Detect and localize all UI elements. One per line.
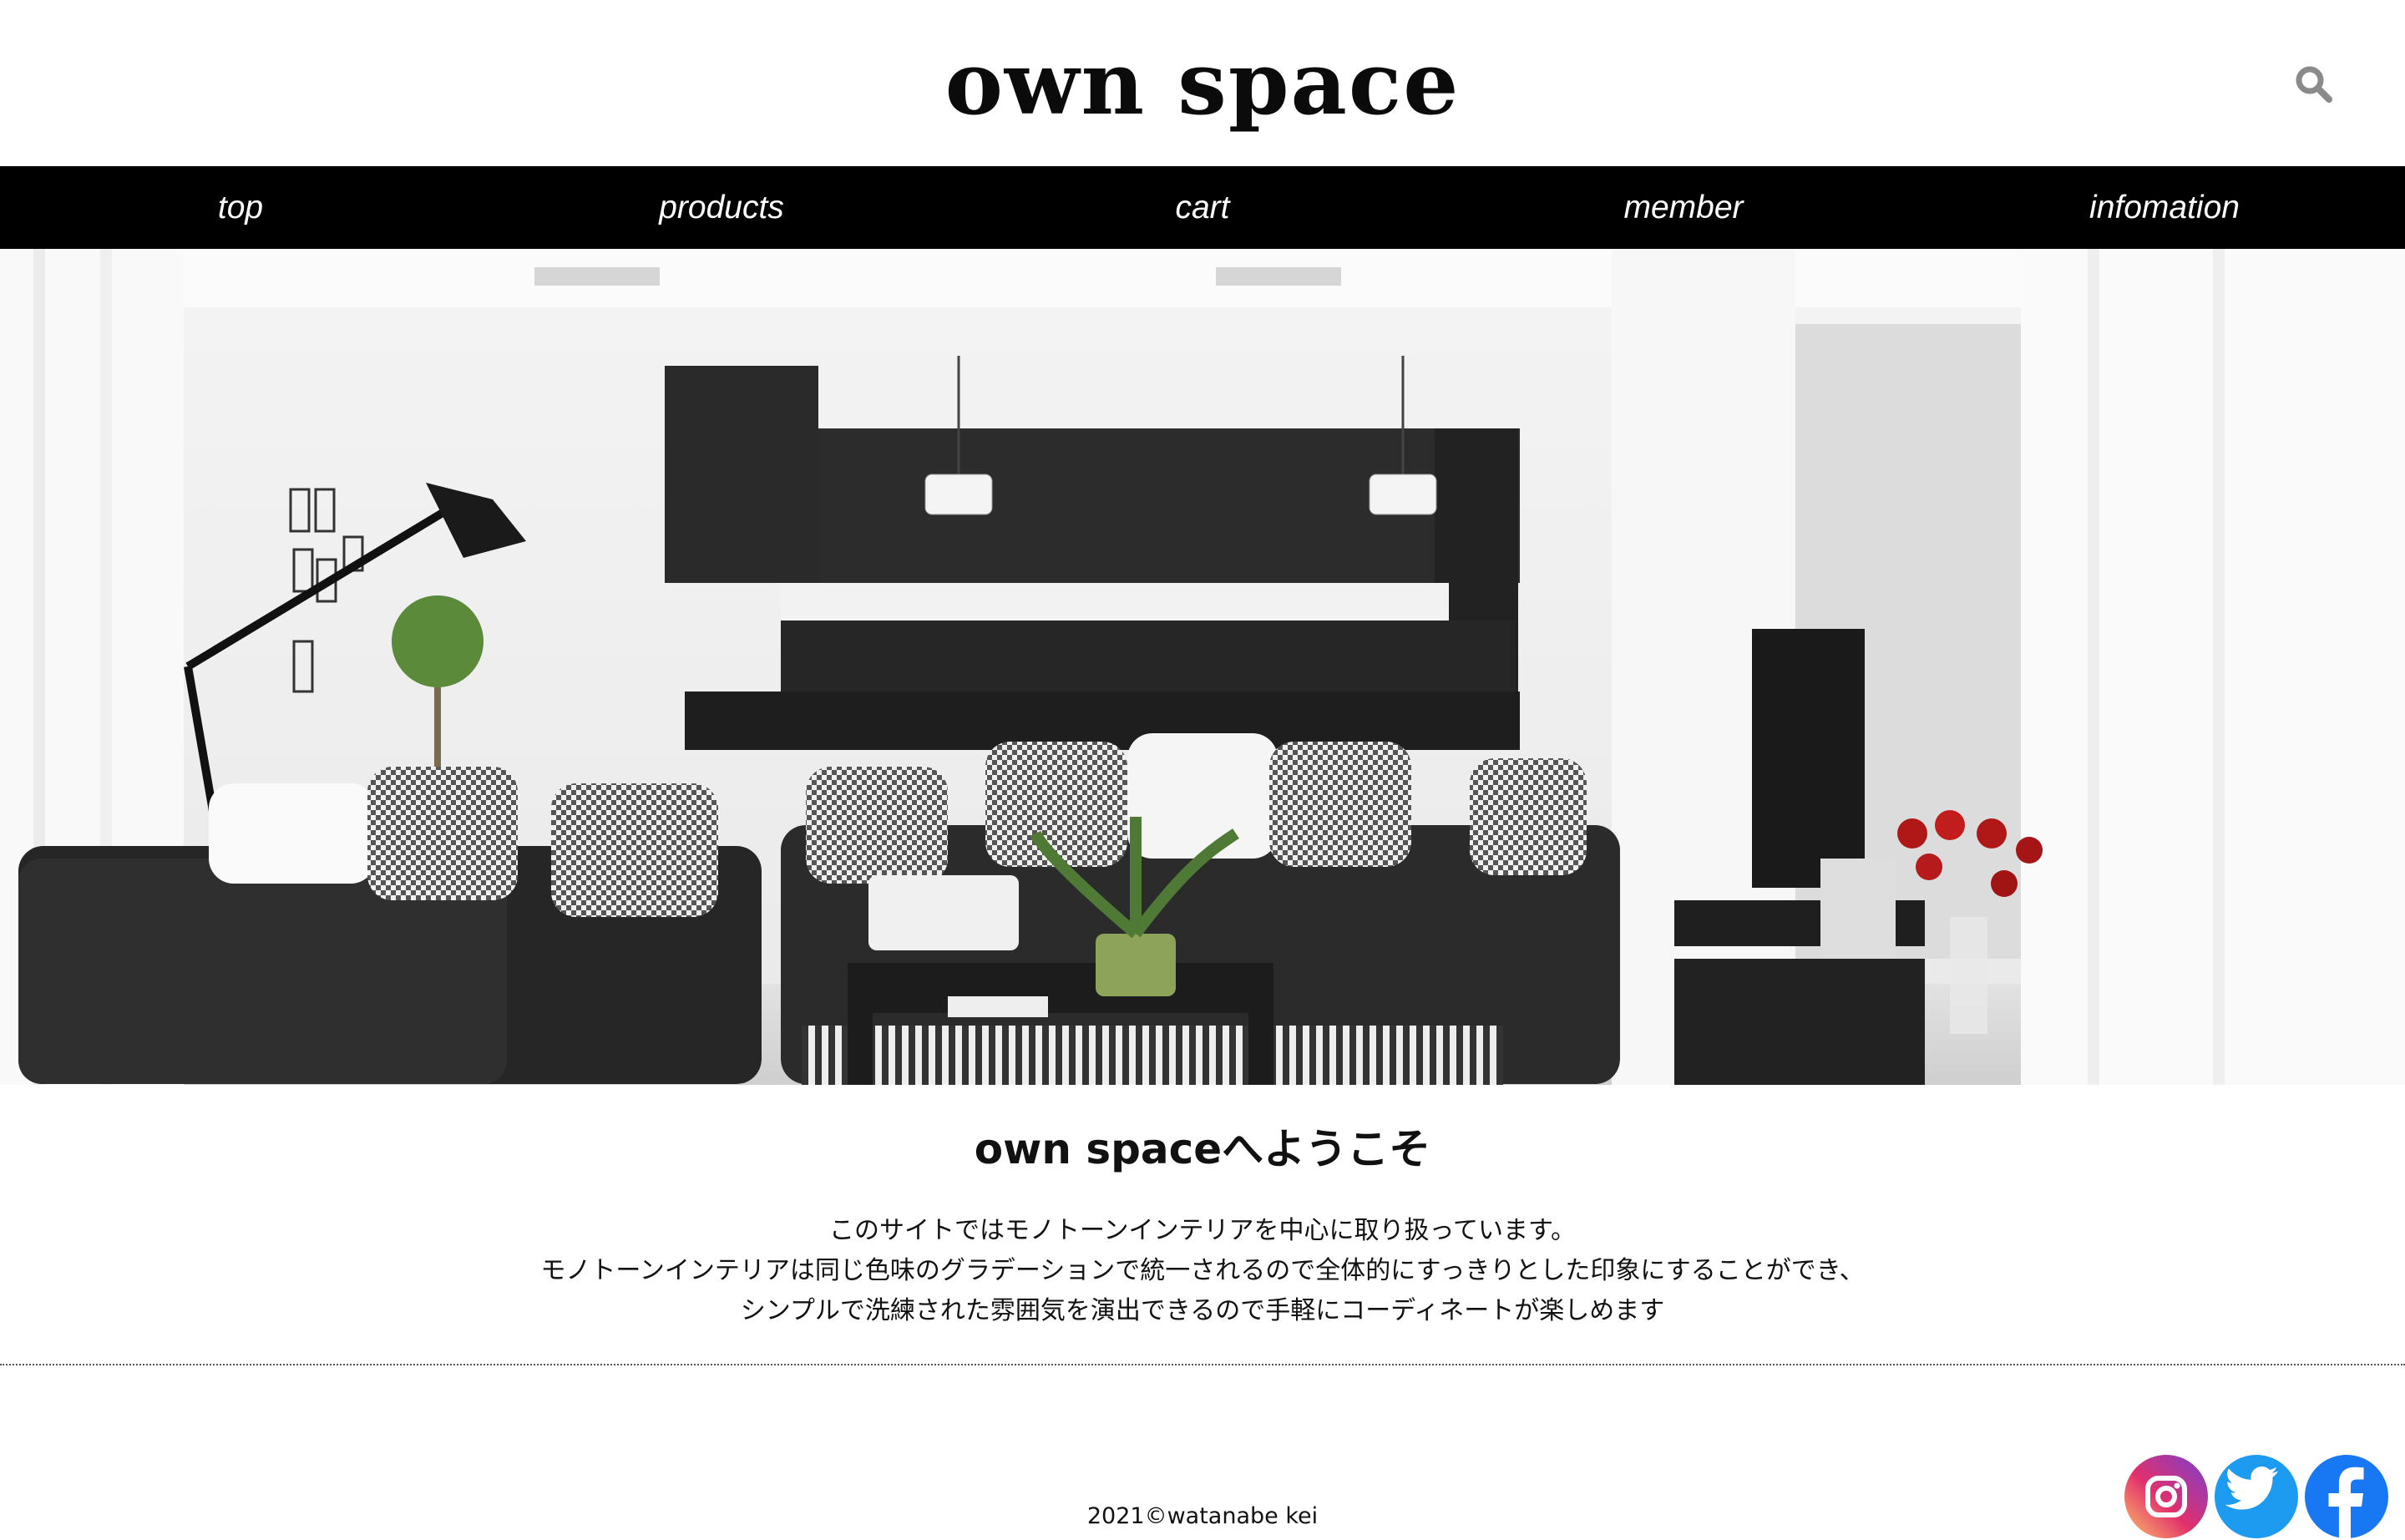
twitter-icon[interactable] [2213, 1453, 2300, 1540]
nav-item-products[interactable]: products [481, 166, 962, 249]
copyright-text: 2021©watanabe kei [1086, 1503, 1319, 1529]
site-header: own space [0, 0, 2405, 165]
nav-item-cart[interactable]: cart [962, 166, 1443, 249]
site-logo[interactable]: own space [0, 25, 2405, 142]
instagram-icon[interactable] [2123, 1453, 2210, 1540]
facebook-icon[interactable] [2303, 1453, 2390, 1540]
hero-illustration [0, 249, 2405, 1085]
intro-line: このサイトではモノトーンインテリアを中心に取り扱っています。 [829, 1216, 1576, 1245]
nav-item-infomation[interactable]: infomation [1924, 166, 2405, 249]
hero-image [0, 249, 2405, 1085]
welcome-title: own spaceへようこそ [974, 1125, 1431, 1173]
intro-line: モノトーンインテリアは同じ色味のグラデーションで統一されるので全体的にすっきりと… [540, 1256, 1865, 1285]
search-icon[interactable] [2293, 63, 2333, 104]
intro-text: このサイトではモノトーンインテリアを中心に取り扱っています。 モノトーンインテリ… [0, 1211, 2405, 1331]
main-nav: top products cart member infomation [0, 166, 2405, 249]
section-divider [0, 1364, 2405, 1365]
nav-item-top[interactable]: top [0, 166, 481, 249]
nav-item-member[interactable]: member [1443, 166, 1924, 249]
intro-line: シンプルで洗練された雰囲気を演出できるので手軽にコーディネートが楽しめます [740, 1296, 1665, 1325]
